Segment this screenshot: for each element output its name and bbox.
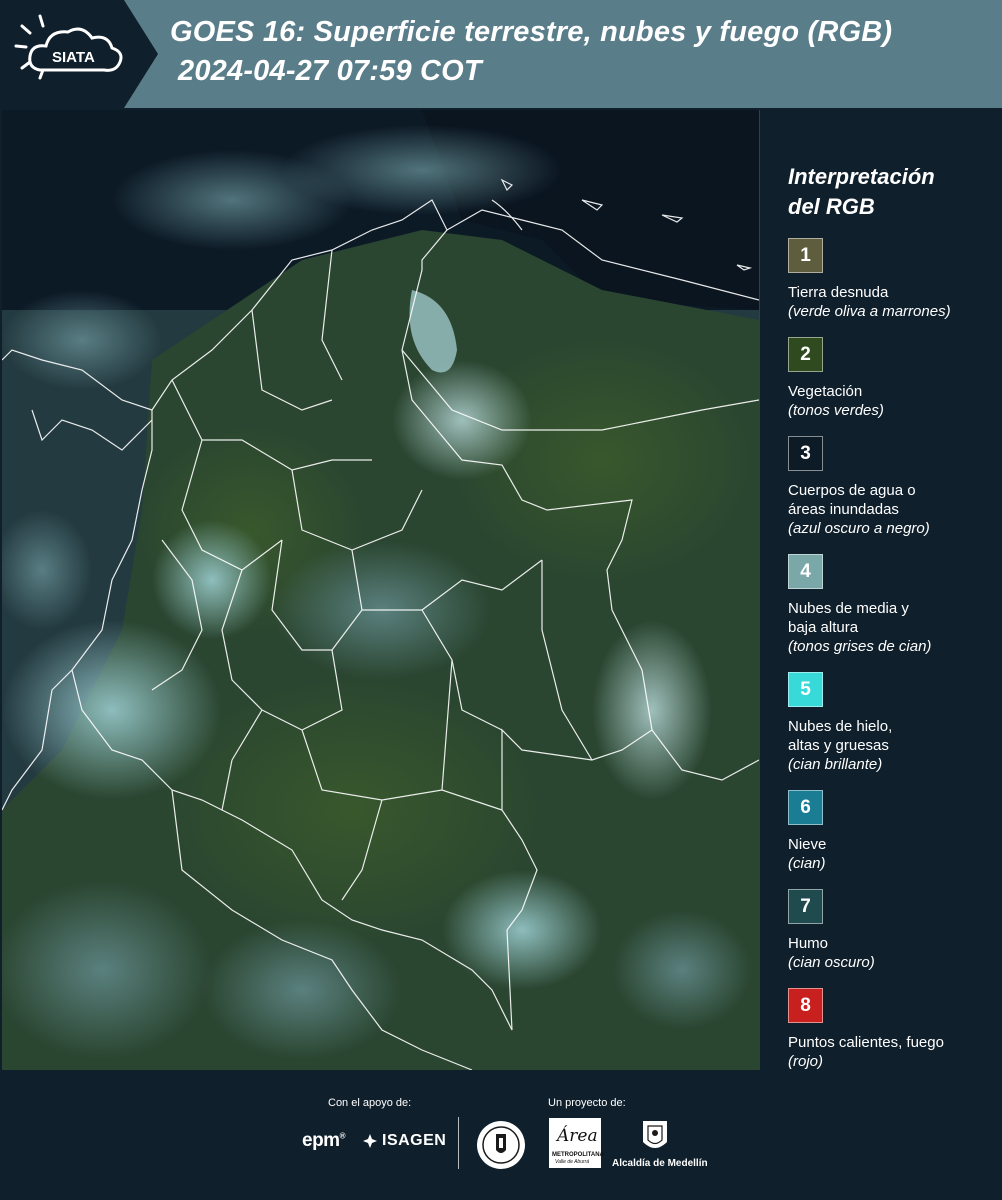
legend-label: altas y gruesas <box>788 737 889 754</box>
alcaldia-shield-icon[interactable] <box>640 1118 670 1156</box>
page-title: GOES 16: Superficie terrestre, nubes y f… <box>170 16 893 48</box>
legend-label: Cuerpos de agua o <box>788 482 916 499</box>
legend-sublabel: (azul oscuro a negro) <box>788 520 930 537</box>
legend-label: Nubes de media y <box>788 600 909 617</box>
logo-text: SIATA <box>52 49 95 66</box>
legend-swatch-5: 5 <box>788 672 823 707</box>
legend-item-6: 6 Nieve (cian) <box>788 790 993 873</box>
legend-label: Nubes de hielo, <box>788 718 893 735</box>
legend-swatch-7: 7 <box>788 889 823 924</box>
legend-item-2: 2 Vegetación (tonos verdes) <box>788 337 993 420</box>
legend-item-8: 8 Puntos calientes, fuego (rojo) <box>788 988 993 1071</box>
support-label: Con el apoyo de: <box>328 1097 412 1109</box>
legend-items: 1 Tierra desnuda (verde oliva a marrones) 2… <box>788 238 993 1071</box>
siata-logo-graphic: SIATA <box>0 0 158 108</box>
map-divider <box>759 110 760 1070</box>
legend-sublabel: (tonos verdes) <box>788 402 884 419</box>
legend-swatch-6: 6 <box>788 790 823 825</box>
legend-title-line2: del RGB <box>788 194 875 219</box>
legend-title-line1: Interpretación <box>788 164 935 189</box>
header-bar: SIATA GOES 16: Superficie terrestre, nub… <box>0 0 1002 108</box>
isagen-icon <box>363 1134 377 1148</box>
legend-label: Humo <box>788 935 829 952</box>
legend-sublabel: (rojo) <box>788 1053 824 1070</box>
legend-item-1: 1 Tierra desnuda (verde oliva a marrones) <box>788 238 993 321</box>
legend-label: Nieve <box>788 836 827 853</box>
legend-swatch-1: 1 <box>788 238 823 273</box>
legend-label: Tierra desnuda <box>788 284 889 301</box>
siata-logo[interactable]: SIATA <box>0 0 160 108</box>
legend-item-3: 3 Cuerpos de agua o áreas inundadas (azul o… <box>788 436 993 538</box>
isagen-logo-text: ISAGEN <box>382 1132 447 1149</box>
legend-swatch-2: 2 <box>788 337 823 372</box>
epm-logo[interactable]: epm® <box>302 1130 346 1152</box>
legend-item-4: 4 Nubes de media y baja altura (tonos grise… <box>788 554 993 656</box>
university-seal-icon[interactable] <box>476 1120 526 1170</box>
legend-panel: Interpretación del RGB 1 Tierra desnuda (v… <box>788 162 993 1071</box>
satellite-image <box>2 110 759 1070</box>
legend-sublabel: (cian brillante) <box>788 756 883 773</box>
isagen-logo[interactable]: ISAGEN <box>362 1132 446 1150</box>
amva-top-text: Área <box>557 1126 598 1146</box>
timestamp-title: 2024-04-27 07:59 COT <box>178 55 482 87</box>
legend-swatch-3: 3 <box>788 436 823 471</box>
amva-mid-text: METROPOLITANA <box>552 1152 604 1158</box>
legend-label: baja altura <box>788 619 859 636</box>
legend-item-7: 7 Humo (cian oscuro) <box>788 889 993 972</box>
alcaldia-text: Alcaldía de Medellín <box>612 1158 708 1169</box>
legend-sublabel: (cian) <box>788 855 826 872</box>
epm-logo-text: epm <box>302 1130 340 1151</box>
satellite-map[interactable] <box>2 110 759 1070</box>
legend-swatch-8: 8 <box>788 988 823 1023</box>
footer-bar: Con el apoyo de: Un proyecto de: epm® IS… <box>0 1072 1002 1200</box>
amva-bottom-text: Valle de Aburrá <box>555 1159 590 1165</box>
legend-label: Puntos calientes, fuego <box>788 1034 944 1051</box>
legend-swatch-4: 4 <box>788 554 823 589</box>
footer-divider <box>458 1117 459 1169</box>
project-label: Un proyecto de: <box>548 1097 626 1109</box>
legend-sublabel: (tonos grises de cian) <box>788 638 932 655</box>
legend-sublabel: (verde oliva a marrones) <box>788 303 951 320</box>
legend-label: áreas inundadas <box>788 501 899 518</box>
legend-title: Interpretación del RGB <box>788 162 993 222</box>
area-metropolitana-logo[interactable]: Área METROPOLITANA Valle de Aburrá <box>549 1118 604 1168</box>
legend-sublabel: (cian oscuro) <box>788 954 875 971</box>
legend-item-5: 5 Nubes de hielo, altas y gruesas (cian bri… <box>788 672 993 774</box>
legend-label: Vegetación <box>788 383 863 400</box>
